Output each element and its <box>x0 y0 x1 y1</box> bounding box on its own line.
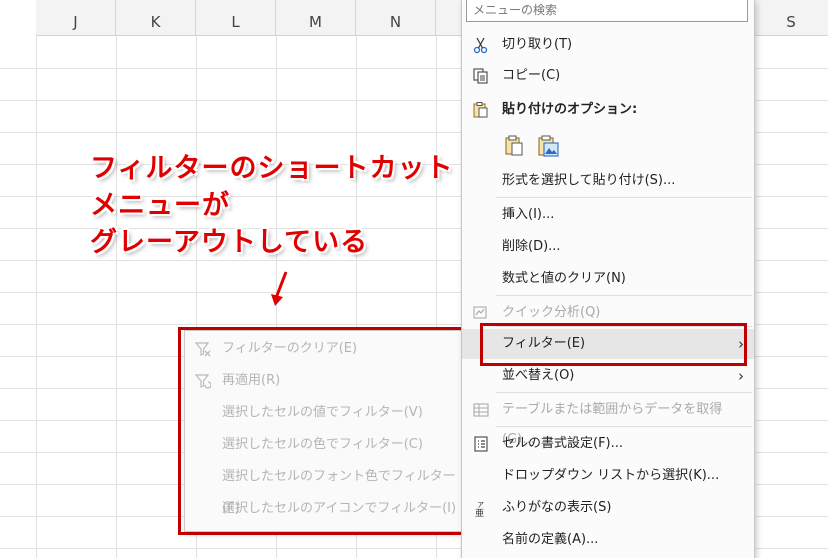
scissors-icon <box>473 37 488 54</box>
filter-highlight-box <box>480 323 747 366</box>
menu-item-label: 削除(D)... <box>502 239 561 254</box>
menu-item-label: ふりがなの表示(S) <box>502 500 612 515</box>
menu-item-label: 挿入(I)... <box>502 207 555 222</box>
column-header-s[interactable]: S <box>754 0 828 36</box>
svg-text:ア: ア <box>477 501 484 509</box>
menu-item-label: コピー(C) <box>502 68 561 83</box>
menu-item-label: 切り取り(T) <box>502 37 573 52</box>
menu-item-format-cells[interactable]: セルの書式設定(F)... <box>462 429 754 459</box>
quick-analysis-icon <box>473 306 487 319</box>
menu-item-insert[interactable]: 挿入(I)... <box>462 200 754 230</box>
paste-picture-icon[interactable] <box>537 134 561 158</box>
menu-item-define-name[interactable]: 名前の定義(A)... <box>462 525 754 555</box>
menu-item-furigana[interactable]: ア 亜 ふりがなの表示(S) <box>462 493 754 523</box>
menu-item-clear-contents[interactable]: 数式と値のクリア(N) <box>462 264 754 294</box>
gridline <box>116 36 117 558</box>
annotation-line: フィルターのショートカット <box>90 153 454 184</box>
menu-item-paste-special[interactable]: 形式を選択して貼り付け(S)... <box>462 166 754 196</box>
menu-item-cut[interactable]: 切り取り(T) <box>462 30 754 60</box>
clipboard-icon <box>473 102 488 118</box>
svg-text:亜: 亜 <box>475 508 484 517</box>
copy-icon <box>473 68 488 84</box>
menu-item-paste-options: 貼り付けのオプション: <box>462 95 754 125</box>
menu-item-copy[interactable]: コピー(C) <box>462 61 754 91</box>
column-header-n[interactable]: N <box>356 0 436 36</box>
annotation-line: グレーアウトしている <box>90 227 369 258</box>
menu-item-delete[interactable]: 削除(D)... <box>462 232 754 262</box>
format-cells-icon <box>474 436 488 452</box>
annotation-line: メニューが <box>90 190 230 221</box>
menu-separator <box>496 392 752 393</box>
submenu-highlight-box <box>178 327 465 535</box>
column-header-k[interactable]: K <box>116 0 196 36</box>
menu-separator <box>496 295 752 296</box>
column-header-j[interactable]: J <box>36 0 116 36</box>
menu-item-label: 形式を選択して貼り付け(S)... <box>502 173 676 188</box>
gridline <box>36 36 37 558</box>
annotation-arrow-icon <box>271 271 288 306</box>
context-menu: メニューの検索 切り取り(T) コピー(C) 貼り付けのオプション: 形式を選択… <box>461 0 755 558</box>
menu-separator <box>496 426 752 427</box>
table-icon <box>473 403 489 417</box>
column-header-m[interactable]: M <box>276 0 356 36</box>
menu-item-label: ドロップダウン リストから選択(K)... <box>502 468 720 483</box>
furigana-icon: ア 亜 <box>475 501 484 517</box>
paste-icon[interactable] <box>504 134 526 158</box>
menu-item-label: セルの書式設定(F)... <box>502 436 624 451</box>
menu-item-label: 数式と値のクリア(N) <box>502 271 626 286</box>
menu-item-label: 名前の定義(A)... <box>502 532 599 547</box>
menu-search-input[interactable]: メニューの検索 <box>466 0 748 22</box>
menu-separator <box>496 197 752 198</box>
annotation-text: フィルターのショートカット メニューが グレーアウトしている <box>90 150 453 261</box>
column-header-l[interactable]: L <box>196 0 276 36</box>
menu-item-label: 貼り付けのオプション: <box>502 102 638 117</box>
menu-item-get-data: テーブルまたは範囲からデータを取得(G)... <box>462 395 754 447</box>
menu-item-dropdown-list[interactable]: ドロップダウン リストから選択(K)... <box>462 461 754 491</box>
